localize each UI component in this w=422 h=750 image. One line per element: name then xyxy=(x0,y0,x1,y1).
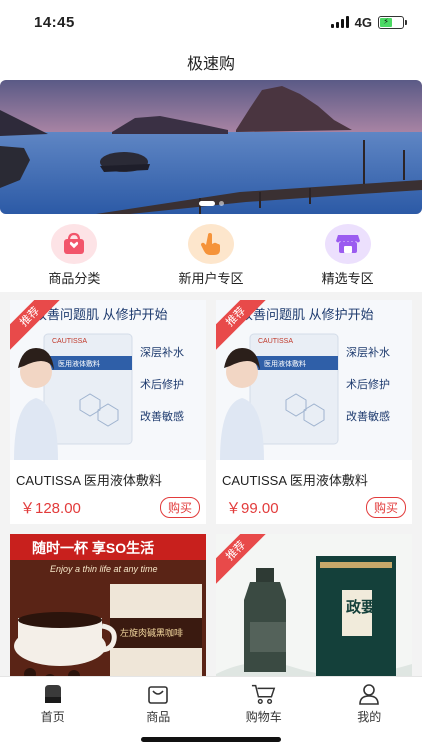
product-card[interactable]: 推荐 改善问题肌 从修护开始 CAUTISSA 医用液体敷料 深层补水 术后修护… xyxy=(216,300,412,524)
header: 极速购 xyxy=(0,44,422,80)
tab-label: 我的 xyxy=(357,710,382,724)
status-time: 14:45 xyxy=(34,13,75,31)
pack-label: 左旋肉碱黑咖啡 xyxy=(120,628,184,638)
tab-bar: 首页 商品 购物车 我的 xyxy=(0,676,422,750)
tab-label: 购物车 xyxy=(245,710,282,724)
product-image: 推荐 改善问题肌 从修护开始 CAUTISSA 医用液体敷料 深层补水 术后修护… xyxy=(216,300,412,460)
feature-text: 术后修护 xyxy=(346,379,390,391)
product-card[interactable]: 随时一杯 享SO生活 Enjoy a thin life at any time… xyxy=(10,534,206,676)
product-name: CAUTISSA 医用液体敷料 xyxy=(222,473,368,488)
page-title: 极速购 xyxy=(186,56,235,73)
product-name: CAUTISSA 医用液体敷料 xyxy=(16,473,162,488)
category-item-goods[interactable]: 商品分类 xyxy=(14,218,134,292)
brand-logo: CAUTISSA xyxy=(52,338,88,345)
brand-logo: CAUTISSA xyxy=(258,338,294,345)
tab-label: 首页 xyxy=(40,710,65,724)
bag-icon xyxy=(145,683,171,705)
product-subline: Enjoy a thin life at any time xyxy=(50,564,158,574)
buy-button[interactable]: 购买 xyxy=(159,497,200,518)
gift-bag-icon xyxy=(51,224,98,264)
user-icon xyxy=(356,683,382,705)
category-item-new-user[interactable]: 新用户专区 xyxy=(151,218,271,292)
battery-icon: ⚡ xyxy=(378,15,407,29)
product-illustration xyxy=(216,556,412,676)
carousel-dot[interactable] xyxy=(218,201,224,206)
buy-button[interactable]: 购买 xyxy=(365,497,406,518)
tab-home[interactable]: 首页 xyxy=(13,683,93,725)
product-footer: ￥128.00 购买 xyxy=(10,497,206,518)
status-indicators: 4G ⚡ xyxy=(330,14,407,30)
feature-text: 术后修护 xyxy=(140,379,184,391)
category-label: 新用户专区 xyxy=(178,271,244,286)
product-card[interactable]: 推荐 改善问题肌 从修护开始 CAUTISSA 医用液体敷料 深层补水 术后修护… xyxy=(10,300,206,524)
product-card[interactable]: 推荐 政要 xyxy=(216,534,412,676)
banner-image xyxy=(0,80,422,214)
carousel-indicator[interactable] xyxy=(0,201,422,206)
product-price: ￥99.00 xyxy=(226,500,279,517)
banner-carousel[interactable] xyxy=(0,80,422,214)
home-icon xyxy=(40,683,66,705)
home-indicator xyxy=(141,737,281,742)
store-icon xyxy=(324,224,371,264)
network-type: 4G xyxy=(354,14,372,30)
product-image: 推荐 政要 xyxy=(216,534,412,676)
category-label: 商品分类 xyxy=(48,271,101,286)
product-grid: 推荐 改善问题肌 从修护开始 CAUTISSA 医用液体敷料 深层补水 术后修护… xyxy=(0,292,422,676)
category-item-featured[interactable]: 精选专区 xyxy=(288,218,408,292)
feature-text: 改善敏感 xyxy=(346,411,390,423)
cart-icon xyxy=(251,683,277,705)
hand-tap-icon xyxy=(187,224,234,264)
product-image: 随时一杯 享SO生活 Enjoy a thin life at any time… xyxy=(10,534,206,676)
tab-goods[interactable]: 商品 xyxy=(118,683,198,725)
tab-me[interactable]: 我的 xyxy=(329,683,409,725)
feature-text: 深层补水 xyxy=(346,347,390,359)
product-headline: 随时一杯 享SO生活 xyxy=(32,540,155,556)
product-price: ￥128.00 xyxy=(20,500,81,517)
pack-label: 政要 xyxy=(346,599,377,616)
carousel-dot[interactable] xyxy=(198,201,215,206)
feature-text: 改善敏感 xyxy=(140,411,184,423)
feature-text: 深层补水 xyxy=(140,347,184,359)
tab-label: 商品 xyxy=(146,710,171,724)
pack-label: 医用液体敷料 xyxy=(58,361,100,368)
product-footer: ￥99.00 购买 xyxy=(216,497,412,518)
category-nav: 商品分类 新用户专区 精选专区 xyxy=(0,218,422,292)
category-label: 精选专区 xyxy=(321,271,374,286)
signal-icon xyxy=(330,16,349,28)
tab-cart[interactable]: 购物车 xyxy=(224,683,304,725)
banner-section xyxy=(0,80,422,218)
product-image: 推荐 改善问题肌 从修护开始 CAUTISSA 医用液体敷料 深层补水 术后修护… xyxy=(10,300,206,460)
pack-label: 医用液体敷料 xyxy=(264,361,306,368)
status-bar: 14:45 4G ⚡ xyxy=(0,0,422,44)
